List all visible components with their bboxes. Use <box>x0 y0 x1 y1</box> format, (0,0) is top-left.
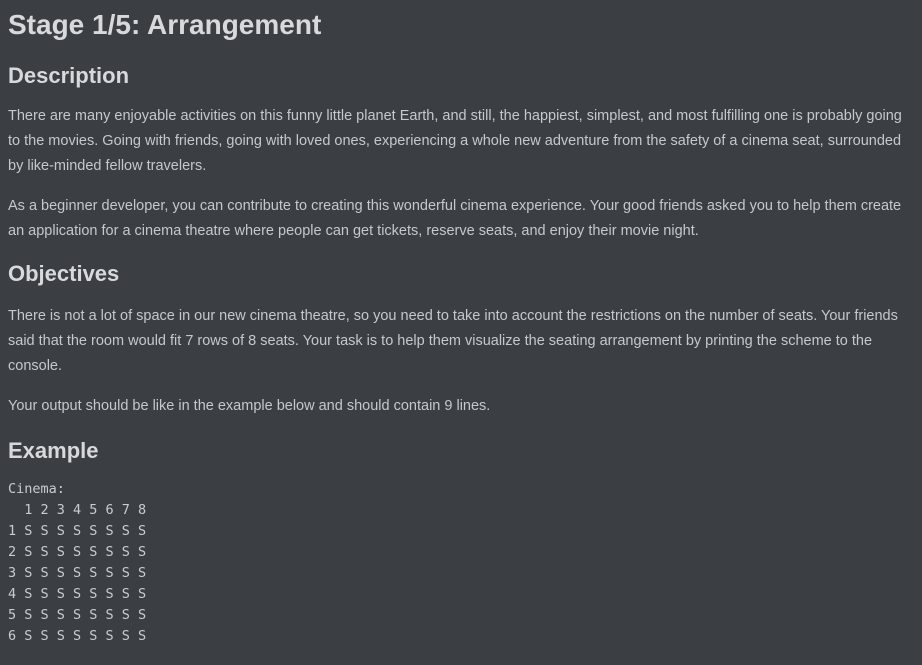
code-line: Cinema: <box>8 481 65 497</box>
stage-page: Stage 1/5: Arrangement Description There… <box>0 0 922 665</box>
description-heading: Description <box>8 63 130 88</box>
example-heading: Example <box>8 438 99 463</box>
code-line: 2 S S S S S S S S <box>8 544 147 560</box>
code-line: 3 S S S S S S S S <box>8 565 147 581</box>
code-line: 6 S S S S S S S S <box>8 628 147 644</box>
example-code-block: Cinema: 1 2 3 4 5 6 7 8 1 S S S S S S S S… <box>8 479 914 647</box>
description-paragraph-1: There are many enjoyable activities on t… <box>8 108 902 174</box>
description-paragraph-2: As a beginner developer, you can contrib… <box>8 198 902 239</box>
objectives-heading: Objectives <box>8 261 120 286</box>
code-line: 5 S S S S S S S S <box>8 607 147 623</box>
objectives-paragraph-1: There is not a lot of space in our new c… <box>8 308 898 374</box>
code-line: 1 2 3 4 5 6 7 8 <box>8 502 147 518</box>
code-line: 4 S S S S S S S S <box>8 586 147 602</box>
page-title: Stage 1/5: Arrangement <box>8 9 322 40</box>
code-line: 1 S S S S S S S S <box>8 523 147 539</box>
objectives-paragraph-2: Your output should be like in the exampl… <box>8 398 491 414</box>
